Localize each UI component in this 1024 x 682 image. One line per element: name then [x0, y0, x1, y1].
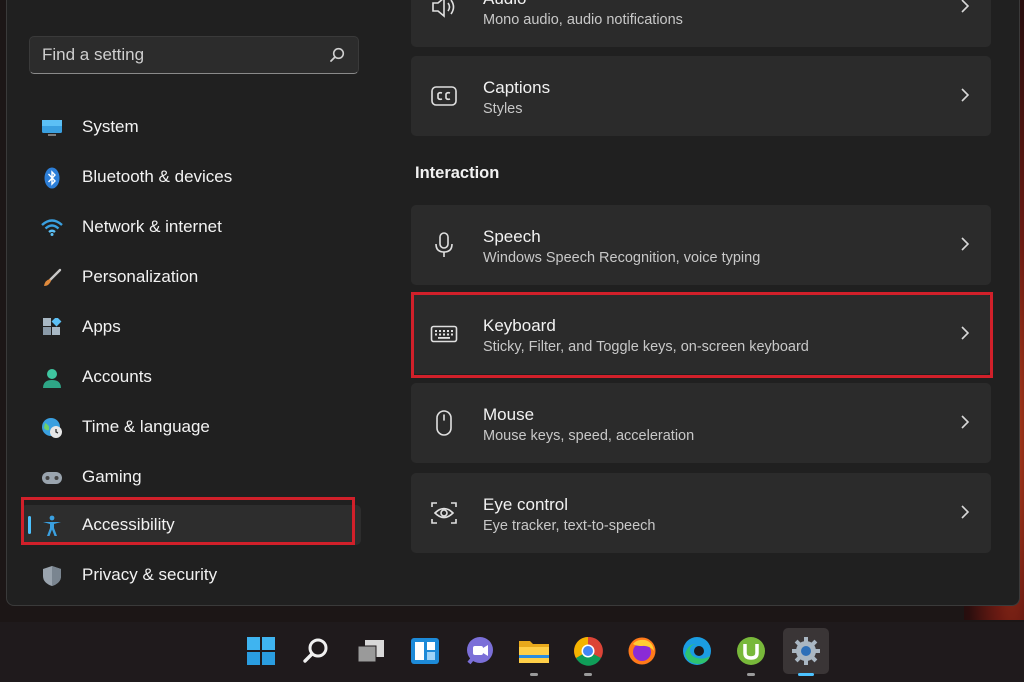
running-indicator [530, 673, 538, 676]
card-title: Captions [483, 78, 551, 97]
gamepad-icon [41, 467, 63, 489]
sidebar-item-label: Bluetooth & devices [82, 167, 233, 186]
bluetooth-icon [41, 167, 63, 189]
chat-icon[interactable] [457, 628, 503, 674]
utorrent-icon[interactable] [728, 628, 774, 676]
monitor-icon [41, 117, 63, 139]
sidebar-item-system[interactable]: System [21, 107, 361, 147]
brush-icon [41, 267, 63, 289]
eye-control-icon [429, 499, 459, 527]
sidebar-item-label: Privacy & security [82, 565, 218, 584]
captions-card[interactable]: Captions Styles [411, 56, 991, 136]
running-indicator [584, 673, 592, 676]
card-subtitle: Mono audio, audio notifications [483, 12, 683, 28]
sidebar-item-time-language[interactable]: Time & language [21, 407, 361, 447]
edge-icon[interactable] [674, 628, 720, 674]
chevron-right-icon [961, 415, 970, 429]
card-title: Eye control [483, 495, 569, 514]
sidebar-item-label: Apps [82, 317, 121, 336]
search-input[interactable] [30, 37, 344, 73]
apps-icon [41, 317, 63, 339]
sidebar-item-apps[interactable]: Apps [21, 307, 361, 347]
section-heading-interaction: Interaction [415, 164, 500, 182]
sidebar-item-label: Personalization [82, 267, 199, 286]
mouse-icon [429, 409, 459, 437]
chevron-right-icon [961, 88, 970, 102]
running-indicator [747, 673, 755, 676]
sidebar-item-label: Network & internet [82, 217, 222, 236]
search-box[interactable] [29, 36, 359, 74]
speech-card[interactable]: Speech Windows Speech Recognition, voice… [411, 205, 991, 285]
highlight-box-keyboard [411, 292, 993, 378]
sidebar-item-gaming[interactable]: Gaming [21, 457, 361, 497]
speaker-icon [429, 0, 459, 21]
mouse-card[interactable]: Mouse Mouse keys, speed, acceleration [411, 383, 991, 463]
search-icon[interactable] [293, 628, 339, 674]
microphone-icon [429, 231, 459, 259]
sidebar-item-label: Accounts [82, 367, 152, 386]
settings-window: System Bluetooth & devices Network & int… [6, 0, 1020, 606]
card-subtitle: Mouse keys, speed, acceleration [483, 428, 695, 444]
firefox-icon[interactable] [619, 628, 665, 674]
sidebar-item-network[interactable]: Network & internet [21, 207, 361, 247]
card-subtitle: Eye tracker, text-to-speech [483, 518, 656, 534]
globe-clock-icon [41, 417, 63, 439]
card-subtitle: Windows Speech Recognition, voice typing [483, 250, 761, 266]
chevron-right-icon [961, 505, 970, 519]
sidebar-item-privacy[interactable]: Privacy & security [21, 555, 361, 595]
active-indicator [798, 673, 814, 676]
card-subtitle: Styles [483, 101, 523, 117]
sidebar-item-accounts[interactable]: Accounts [21, 357, 361, 397]
sidebar-item-label: Gaming [82, 467, 142, 486]
card-title: Audio [483, 0, 526, 9]
sidebar-item-label: Time & language [82, 417, 210, 436]
chevron-right-icon [961, 0, 970, 13]
sidebar-item-personalization[interactable]: Personalization [21, 257, 361, 297]
card-title: Speech [483, 227, 541, 246]
widgets-icon[interactable] [402, 628, 448, 674]
highlight-box-accessibility [21, 497, 355, 545]
start-icon[interactable] [238, 628, 284, 674]
search-icon[interactable] [328, 46, 346, 64]
sidebar-item-bluetooth[interactable]: Bluetooth & devices [21, 157, 361, 197]
eye-control-card[interactable]: Eye control Eye tracker, text-to-speech [411, 473, 991, 553]
settings-icon[interactable] [783, 628, 829, 676]
sidebar-item-label: System [82, 117, 139, 136]
chevron-right-icon [961, 237, 970, 251]
wifi-icon [41, 217, 63, 239]
chrome-icon[interactable] [565, 628, 611, 676]
shield-icon [41, 565, 63, 587]
captions-icon [429, 82, 459, 110]
audio-card[interactable]: Audio Mono audio, audio notifications [411, 0, 991, 47]
file-explorer-icon[interactable] [511, 628, 557, 676]
task-view-icon[interactable] [348, 628, 394, 674]
card-title: Mouse [483, 405, 535, 424]
person-icon [41, 367, 63, 389]
taskbar [0, 622, 1024, 682]
